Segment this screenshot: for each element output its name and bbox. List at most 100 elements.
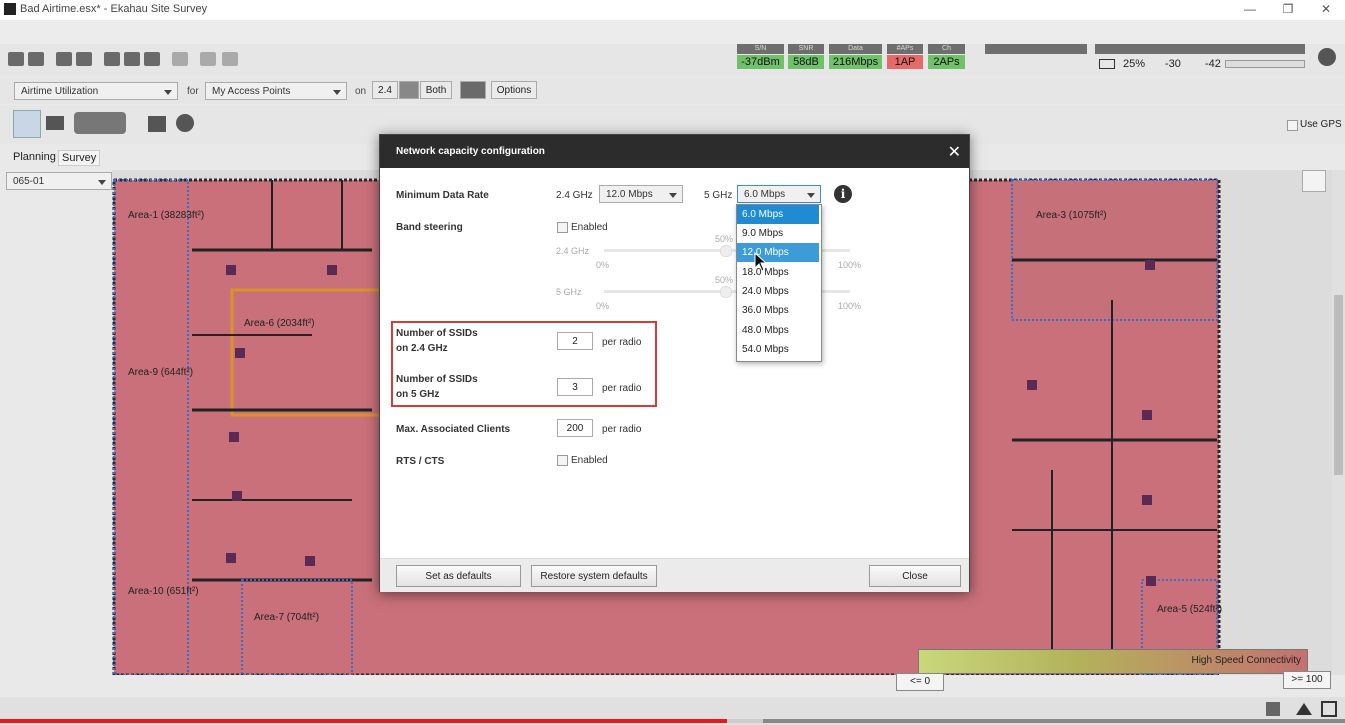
expand-up-icon[interactable] — [1296, 703, 1312, 715]
ssid5-unit: per radio — [602, 383, 642, 394]
close-window-button[interactable]: ✕ — [1306, 2, 1345, 16]
globe-icon[interactable] — [176, 114, 194, 132]
tab-planning[interactable]: Planning — [10, 150, 59, 164]
band-steering-enabled-label: Enabled — [571, 222, 608, 233]
dropdown-option[interactable]: 9.0 Mbps — [737, 224, 819, 243]
wall-tool-icon[interactable] — [46, 116, 64, 130]
zoom-in-icon[interactable] — [104, 52, 120, 66]
area-label: Area-10 (651ft²) — [128, 586, 199, 597]
chevron-down-icon — [98, 180, 106, 185]
refresh-icon[interactable] — [460, 81, 486, 99]
adapter-status: 25% -30 -42 — [1095, 44, 1305, 72]
band-steering-checkbox[interactable] — [557, 222, 568, 233]
max-clients-input[interactable]: 200 — [557, 419, 593, 437]
status-data-rate: Data 216Mbps — [829, 44, 882, 72]
max-clients-unit: per radio — [602, 424, 642, 435]
dialog-header: Network capacity configuration ✕ — [380, 135, 969, 168]
band-both-button[interactable]: Both — [420, 81, 452, 99]
use-gps-checkbox[interactable] — [1287, 120, 1298, 131]
redo-icon[interactable] — [222, 52, 238, 66]
minimize-button[interactable]: — — [1230, 2, 1270, 16]
video-progress-bar[interactable] — [0, 719, 1345, 723]
min-rate-5-dropdown: 6.0 Mbps 9.0 Mbps 12.0 Mbps 18.0 Mbps 24… — [736, 204, 822, 362]
rts-cts-enabled-label: Enabled — [571, 455, 608, 466]
set-defaults-button[interactable]: Set as defaults — [396, 565, 521, 587]
menu-bar — [0, 20, 1345, 44]
ssid24-input[interactable]: 2 — [557, 332, 593, 350]
visualization-filter-row: Airtime Utilization for My Access Points… — [0, 78, 1345, 104]
popout-icon[interactable] — [1321, 701, 1337, 717]
chart-toggle-icon[interactable] — [1302, 170, 1326, 192]
close-icon[interactable]: ✕ — [948, 142, 961, 162]
dialog-title: Network capacity configuration — [396, 146, 545, 157]
dropdown-option[interactable]: 6.0 Mbps — [737, 205, 819, 224]
view-select[interactable]: Airtime Utilization — [14, 82, 178, 100]
band-24-button[interactable]: 2.4 — [372, 81, 398, 99]
min-rate-label: Minimum Data Rate — [396, 190, 489, 201]
network-capacity-dialog: Network capacity configuration ✕ Minimum… — [379, 134, 970, 592]
options-button[interactable]: Options — [491, 81, 537, 99]
area-label: Area-9 (644ft²) — [128, 367, 194, 378]
zoom-fit-icon[interactable] — [124, 52, 140, 66]
floor-select[interactable]: 065-01 — [6, 172, 112, 190]
scrollbar-thumb[interactable] — [1334, 295, 1343, 475]
area-label: Area-6 (2034ft²) — [244, 318, 315, 329]
zoom-out-icon[interactable] — [144, 52, 160, 66]
max-clients-label: Max. Associated Clients — [396, 424, 511, 435]
save-icon[interactable] — [28, 52, 44, 66]
status-snr: SNR 58dB — [788, 44, 824, 72]
survey-tool-icon[interactable] — [148, 116, 166, 132]
open-icon[interactable] — [8, 52, 24, 66]
tab-survey[interactable]: Survey — [58, 150, 101, 166]
ssid5-input[interactable]: 3 — [557, 378, 593, 396]
slider-24-mid: 50% — [715, 234, 734, 244]
slider-5-label: 5 GHz — [556, 287, 582, 297]
left-panel: Planning Survey 065-01 + — [0, 146, 148, 696]
select-pointer-icon[interactable] — [13, 110, 41, 138]
layers-icon[interactable] — [76, 52, 92, 66]
dropdown-option[interactable]: 36.0 Mbps — [737, 301, 819, 320]
slider-24-knob[interactable] — [720, 245, 732, 257]
dialog-footer: Set as defaults Restore system defaults … — [380, 558, 969, 592]
min-rate-24-select[interactable]: 12.0 Mbps — [599, 185, 683, 203]
slider-24-max: 100% — [838, 260, 862, 270]
band5-label: 5 GHz — [704, 190, 733, 201]
dropdown-option[interactable]: 12.0 Mbps — [737, 243, 819, 262]
maximize-button[interactable]: ❐ — [1268, 2, 1308, 16]
chevron-down-icon — [669, 193, 677, 198]
min-rate-5-select[interactable]: 6.0 Mbps — [737, 185, 821, 203]
info-icon[interactable]: i — [834, 185, 852, 203]
title-bar: Bad Airtime.esx* - Ekahau Site Survey — … — [0, 0, 1345, 21]
band-5-button[interactable] — [399, 81, 419, 99]
chart-icon[interactable] — [172, 52, 188, 66]
rts-cts-checkbox[interactable] — [557, 455, 568, 466]
access-point-tool-icon[interactable] — [74, 112, 126, 134]
area-label: Area-3 (1075ft²) — [1036, 210, 1107, 221]
status-signal: S/N -37dBm — [737, 44, 784, 72]
area-label: Area-1 (38283ft²) — [128, 210, 205, 221]
dropdown-option[interactable]: 18.0 Mbps — [737, 263, 819, 282]
dropdown-option[interactable]: 24.0 Mbps — [737, 282, 819, 301]
slider-24-label: 2.4 GHz — [556, 246, 590, 256]
chevron-down-icon — [333, 90, 341, 95]
rts-cts-label: RTS / CTS — [396, 456, 445, 467]
scope-select[interactable]: My Access Points — [205, 82, 347, 100]
legend-min-value: <= 0 — [896, 673, 944, 691]
area-label: Area-5 (524ft²) — [1157, 604, 1223, 615]
window-title: Bad Airtime.esx* - Ekahau Site Survey — [20, 3, 208, 15]
grid-icon[interactable] — [56, 52, 72, 66]
slider-5-knob[interactable] — [720, 286, 732, 298]
close-button[interactable]: Close — [869, 565, 961, 587]
band-steering-label: Band steering — [396, 222, 463, 233]
restore-defaults-button[interactable]: Restore system defaults — [531, 565, 657, 587]
battery-icon — [1099, 59, 1115, 69]
dropdown-option[interactable]: 54.0 Mbps — [737, 340, 819, 359]
slider-5-mid: 50% — [715, 275, 734, 285]
dropdown-option[interactable]: 48.0 Mbps — [737, 321, 819, 340]
app-icon — [4, 3, 16, 15]
undo-icon[interactable] — [200, 52, 216, 66]
gear-icon[interactable] — [1318, 48, 1336, 66]
star-icon[interactable] — [1266, 702, 1280, 716]
legend-max-value: >= 100 — [1283, 671, 1331, 689]
slider-5-max: 100% — [838, 301, 862, 311]
